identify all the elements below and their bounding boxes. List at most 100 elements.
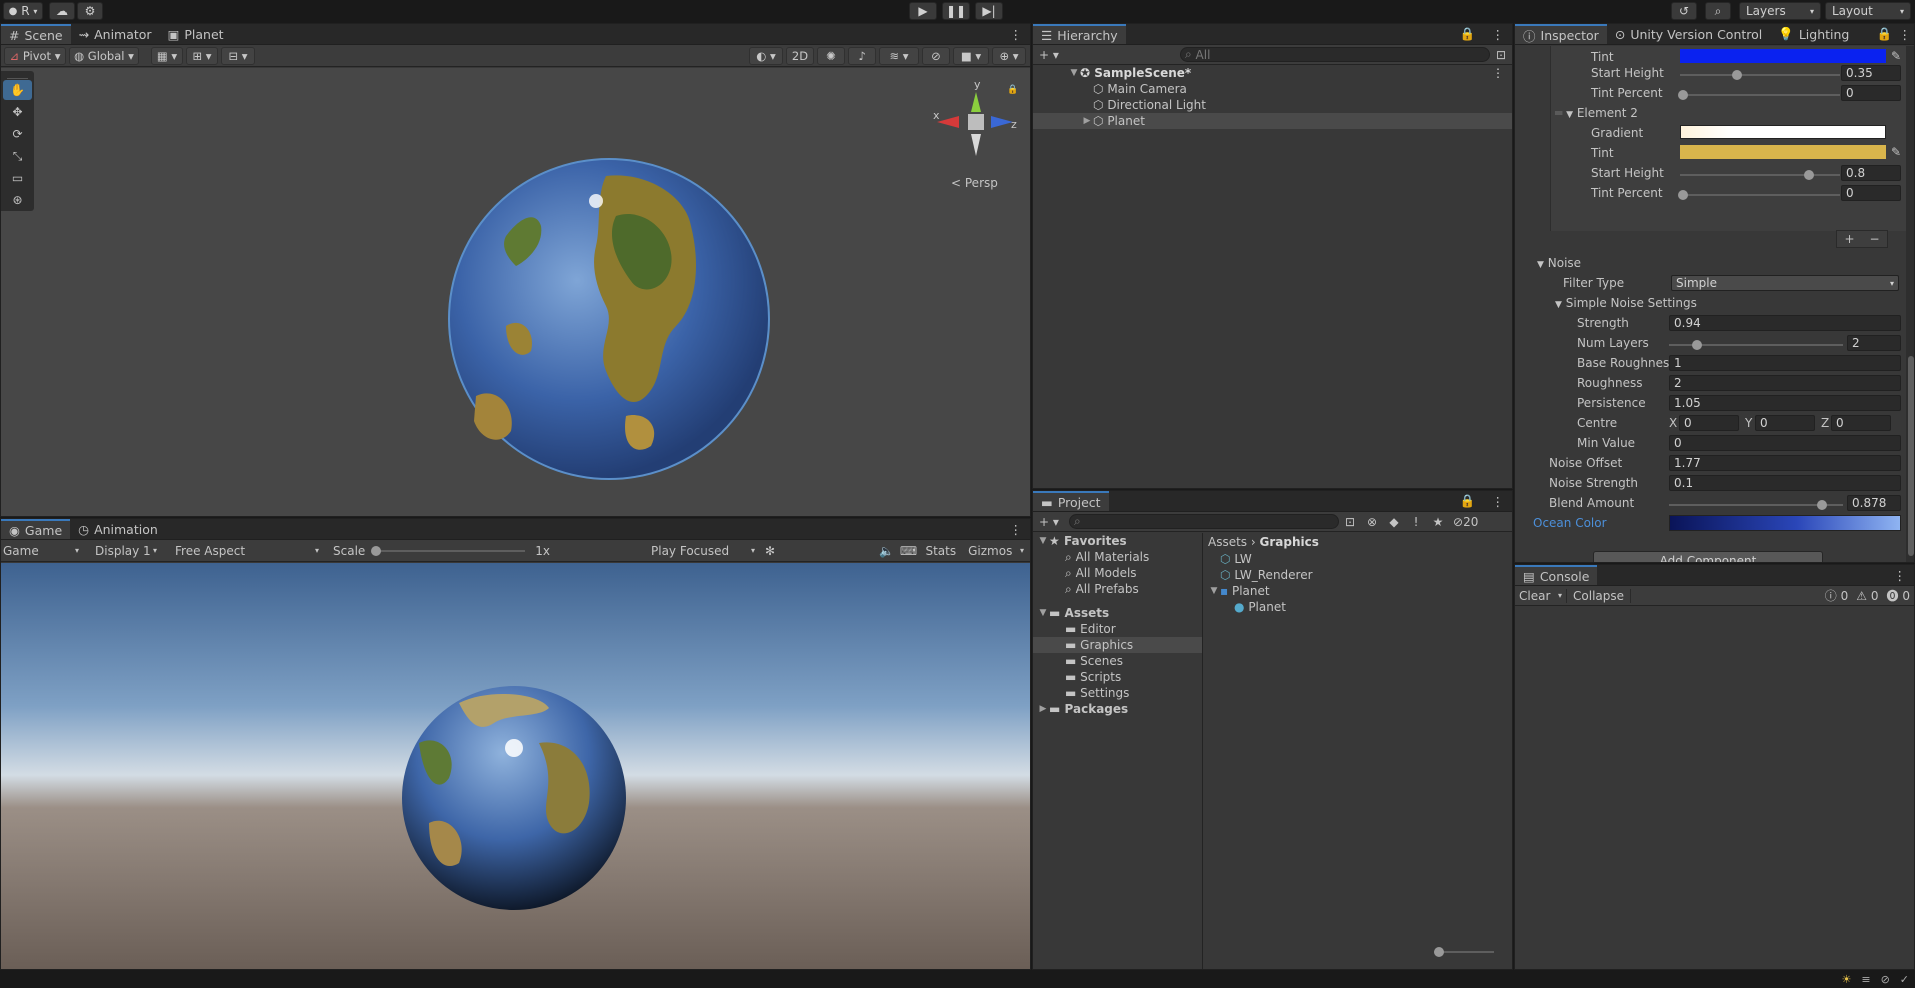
warning-filter-button[interactable]: ⚠ 0	[1852, 589, 1882, 603]
gradient-swatch[interactable]	[1680, 125, 1886, 139]
el1-start-height-field[interactable]: 0.35	[1841, 65, 1901, 81]
noise-foldout[interactable]: ▼ Noise	[1537, 256, 1581, 270]
file-lw-renderer[interactable]: ⬡ LW_Renderer	[1204, 567, 1512, 583]
gizmos-dropdown[interactable]: ⊕ ▾	[992, 46, 1026, 65]
el1-tint-percent-slider[interactable]	[1678, 90, 1840, 100]
icon-size-knob[interactable]	[1434, 947, 1444, 957]
hand-tool-icon[interactable]: ✋	[3, 80, 32, 100]
bug-icon[interactable]: ✻	[759, 544, 781, 558]
project-add-button[interactable]: + ▾	[1033, 515, 1063, 529]
num-layers-knob[interactable]	[1692, 340, 1702, 350]
play-mode-dropdown[interactable]: Play Focused ▾	[643, 544, 759, 558]
element2-header[interactable]: ═ ▼ Element 2	[1555, 106, 1638, 120]
scene-menu-icon[interactable]: ⋮	[1002, 24, 1031, 44]
hierarchy-lock-icon[interactable]: 🔒	[1452, 24, 1484, 44]
num-layers-slider[interactable]	[1669, 340, 1843, 350]
warning-filter-icon[interactable]: !	[1405, 515, 1427, 529]
strength-field[interactable]: 0.94	[1669, 315, 1901, 331]
el1-tint-swatch[interactable]	[1680, 49, 1886, 63]
persistence-field[interactable]: 1.05	[1669, 395, 1901, 411]
min-value-field[interactable]: 0	[1669, 435, 1901, 451]
hidden-packages-button[interactable]: ⊘ 20	[1449, 515, 1482, 529]
project-lock-icon[interactable]: 🔒	[1452, 491, 1484, 511]
file-planet-material[interactable]: ● Planet	[1204, 599, 1512, 615]
el1-start-height-knob[interactable]	[1732, 70, 1742, 80]
el2-tint-swatch[interactable]	[1680, 145, 1886, 159]
filter-type-dropdown[interactable]: Simple ▾	[1671, 275, 1899, 291]
blend-amount-field[interactable]: 0.878	[1847, 495, 1901, 511]
project-search-input[interactable]: ⌕	[1069, 514, 1339, 529]
inspector-scroll-thumb[interactable]	[1908, 356, 1914, 556]
folder-scripts[interactable]: ▬ Scripts	[1033, 669, 1202, 685]
inspector-menu-icon[interactable]: ⋮	[1896, 24, 1915, 44]
audio-toggle-icon[interactable]: ♪	[848, 46, 876, 65]
rect-tool-icon[interactable]: ▭	[3, 168, 32, 188]
scale-tool-icon[interactable]: ⤡	[3, 146, 32, 166]
align-button[interactable]: ⊟ ▾	[221, 46, 255, 65]
effects-dropdown[interactable]: ≋ ▾	[879, 46, 919, 65]
cloud-icon[interactable]: ☁	[49, 2, 75, 20]
favorites-node[interactable]: ▼ ★ Favorites	[1033, 533, 1202, 549]
hierarchy-item-directional-light[interactable]: ⬡ Directional Light	[1033, 97, 1512, 113]
info-filter-button[interactable]: ⓘ 0	[1821, 587, 1852, 604]
tab-version-control[interactable]: ⊙ Unity Version Control	[1607, 24, 1770, 44]
hierarchy-menu-icon[interactable]: ⋮	[1484, 24, 1513, 44]
global-dropdown[interactable]: ◍ Global ▾	[69, 46, 139, 65]
simple-noise-foldout[interactable]: ▼ Simple Noise Settings	[1555, 296, 1697, 310]
scene-menu-icon[interactable]: ⋮	[1492, 66, 1512, 80]
persp-label[interactable]: < Persp	[951, 176, 998, 190]
display-dropdown[interactable]: Display 1 ▾	[85, 544, 163, 558]
el2-tint-percent-field[interactable]: 0	[1841, 185, 1901, 201]
label-icon[interactable]: ◆	[1383, 515, 1405, 529]
layout-dropdown[interactable]: Layout ▾	[1825, 2, 1911, 20]
hierarchy-scene-row[interactable]: ▼ ✪ SampleScene* ⋮	[1033, 65, 1512, 81]
icon-size-slider[interactable]	[1434, 947, 1494, 957]
tab-planet-prefab[interactable]: ▣ Planet	[160, 24, 232, 44]
draw-mode-dropdown[interactable]: ◐ ▾	[749, 46, 783, 65]
stack-icon[interactable]: ≡	[1861, 973, 1870, 986]
el1-tint-percent-knob[interactable]	[1678, 90, 1688, 100]
mode-2d-toggle[interactable]: 2D	[786, 46, 814, 65]
aspect-dropdown[interactable]: Free Aspect ▾	[163, 544, 323, 558]
step-button[interactable]: ▶|	[975, 2, 1003, 20]
tab-scene[interactable]: # Scene	[1, 24, 71, 44]
tab-console[interactable]: ▤ Console	[1515, 565, 1598, 585]
snap-increment-button[interactable]: ⊞ ▾	[186, 46, 218, 65]
tab-project[interactable]: ▬ Project	[1033, 491, 1109, 511]
blend-amount-slider[interactable]	[1669, 500, 1843, 510]
roughness-field[interactable]: 2	[1669, 375, 1901, 391]
base-roughness-field[interactable]: 1	[1669, 355, 1901, 371]
el2-start-height-slider[interactable]	[1680, 170, 1840, 180]
noise-offset-field[interactable]: 1.77	[1669, 455, 1901, 471]
collapse-button[interactable]: Collapse	[1566, 588, 1632, 603]
tab-game[interactable]: ◉ Game	[1, 519, 71, 539]
game-menu-icon[interactable]: ⋮	[1002, 519, 1031, 539]
orientation-gizmo[interactable]: y x z 🔒	[931, 78, 1021, 188]
el2-tint-percent-knob[interactable]	[1678, 190, 1688, 200]
eyedropper-icon[interactable]: ✎	[1891, 49, 1901, 63]
filter-type-icon[interactable]: ⊗	[1361, 515, 1383, 529]
centre-y-field[interactable]: 0	[1755, 415, 1815, 431]
eyedropper-icon[interactable]: ✎	[1891, 145, 1901, 159]
remove-element-button[interactable]: −	[1869, 232, 1879, 246]
tab-inspector[interactable]: ⓘ Inspector	[1515, 24, 1607, 44]
hierarchy-filter-icon[interactable]: ⊡	[1490, 48, 1512, 62]
play-button[interactable]: ▶	[909, 2, 937, 20]
sun-icon[interactable]: ☀	[1841, 973, 1851, 986]
hierarchy-item-planet[interactable]: ▶ ⬡ Planet	[1033, 113, 1512, 129]
el1-tint-percent-field[interactable]: 0	[1841, 85, 1901, 101]
game-viewport[interactable]	[1, 563, 1030, 969]
assets-node[interactable]: ▼ ▬ Assets	[1033, 605, 1202, 621]
keyboard-icon[interactable]: ⌨	[897, 544, 919, 558]
centre-z-field[interactable]: 0	[1831, 415, 1891, 431]
planet-scene-object[interactable]	[446, 156, 772, 482]
network-icon[interactable]: ⊘	[1881, 973, 1890, 986]
folder-editor[interactable]: ▬ Editor	[1033, 621, 1202, 637]
move-tool-icon[interactable]: ✥	[3, 102, 32, 122]
breadcrumb-graphics[interactable]: Graphics	[1260, 535, 1319, 549]
centre-x-field[interactable]: 0	[1679, 415, 1739, 431]
tab-animator[interactable]: ⇝ Animator	[71, 24, 160, 44]
folder-graphics[interactable]: ▬ Graphics	[1033, 637, 1202, 653]
error-filter-button[interactable]: ⓿ 0	[1883, 587, 1914, 604]
favorite-all-models[interactable]: ⌕ All Models	[1033, 565, 1202, 581]
